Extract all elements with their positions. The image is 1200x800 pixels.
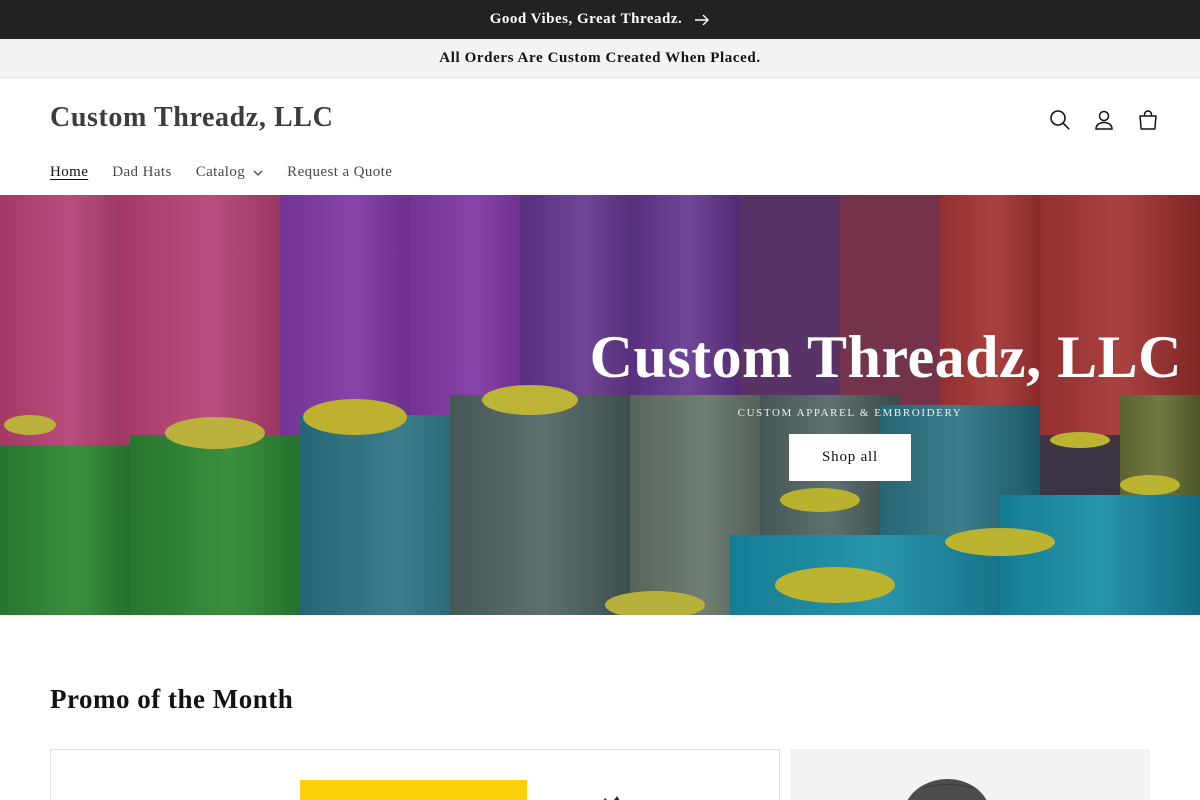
site-logo[interactable]: Custom Threadz, LLC (50, 102, 333, 134)
nav-item-home[interactable]: Home (50, 164, 88, 181)
nav-item-catalog[interactable]: Catalog (196, 164, 263, 181)
bee-graphic (603, 796, 631, 800)
info-bar-text: All Orders Are Custom Created When Place… (439, 49, 761, 66)
hat-image (907, 779, 987, 800)
cart-icon[interactable] (1134, 106, 1162, 134)
product-card[interactable] (790, 749, 1150, 800)
hero-content: Custom Threadz, LLC CUSTOM APPAREL & EMB… (550, 327, 1182, 481)
shop-all-button[interactable]: Shop all (789, 434, 911, 481)
header-icons (1046, 106, 1162, 134)
promo-section-title: Promo of the Month (50, 684, 294, 714)
arrow-right-icon (694, 14, 710, 26)
announcement-bar: Good Vibes, Great Threadz. (0, 0, 1200, 39)
info-bar: All Orders Are Custom Created When Place… (0, 39, 1200, 78)
site-header: Custom Threadz, LLC Home Dad Hats Catalo… (0, 78, 1200, 195)
nav-item-catalog-label: Catalog (195, 164, 246, 180)
announcement-link[interactable]: Good Vibes, Great Threadz. (490, 11, 711, 28)
search-icon[interactable] (1046, 106, 1074, 134)
announcement-text: Good Vibes, Great Threadz. (489, 11, 683, 27)
promo-card[interactable] (50, 749, 780, 800)
hero-subtitle: CUSTOM APPAREL & EMBROIDERY (737, 407, 963, 419)
promo-card-image (300, 780, 527, 800)
nav-item-dad-hats[interactable]: Dad Hats (112, 164, 171, 181)
main-nav: Home Dad Hats Catalog Request a Quote (50, 164, 392, 181)
account-icon[interactable] (1090, 106, 1118, 134)
nav-item-request-quote[interactable]: Request a Quote (287, 164, 392, 181)
hero-banner: Custom Threadz, LLC CUSTOM APPAREL & EMB… (0, 195, 1200, 615)
hero-title: Custom Threadz, LLC (589, 324, 1182, 390)
chevron-down-icon (253, 170, 263, 176)
